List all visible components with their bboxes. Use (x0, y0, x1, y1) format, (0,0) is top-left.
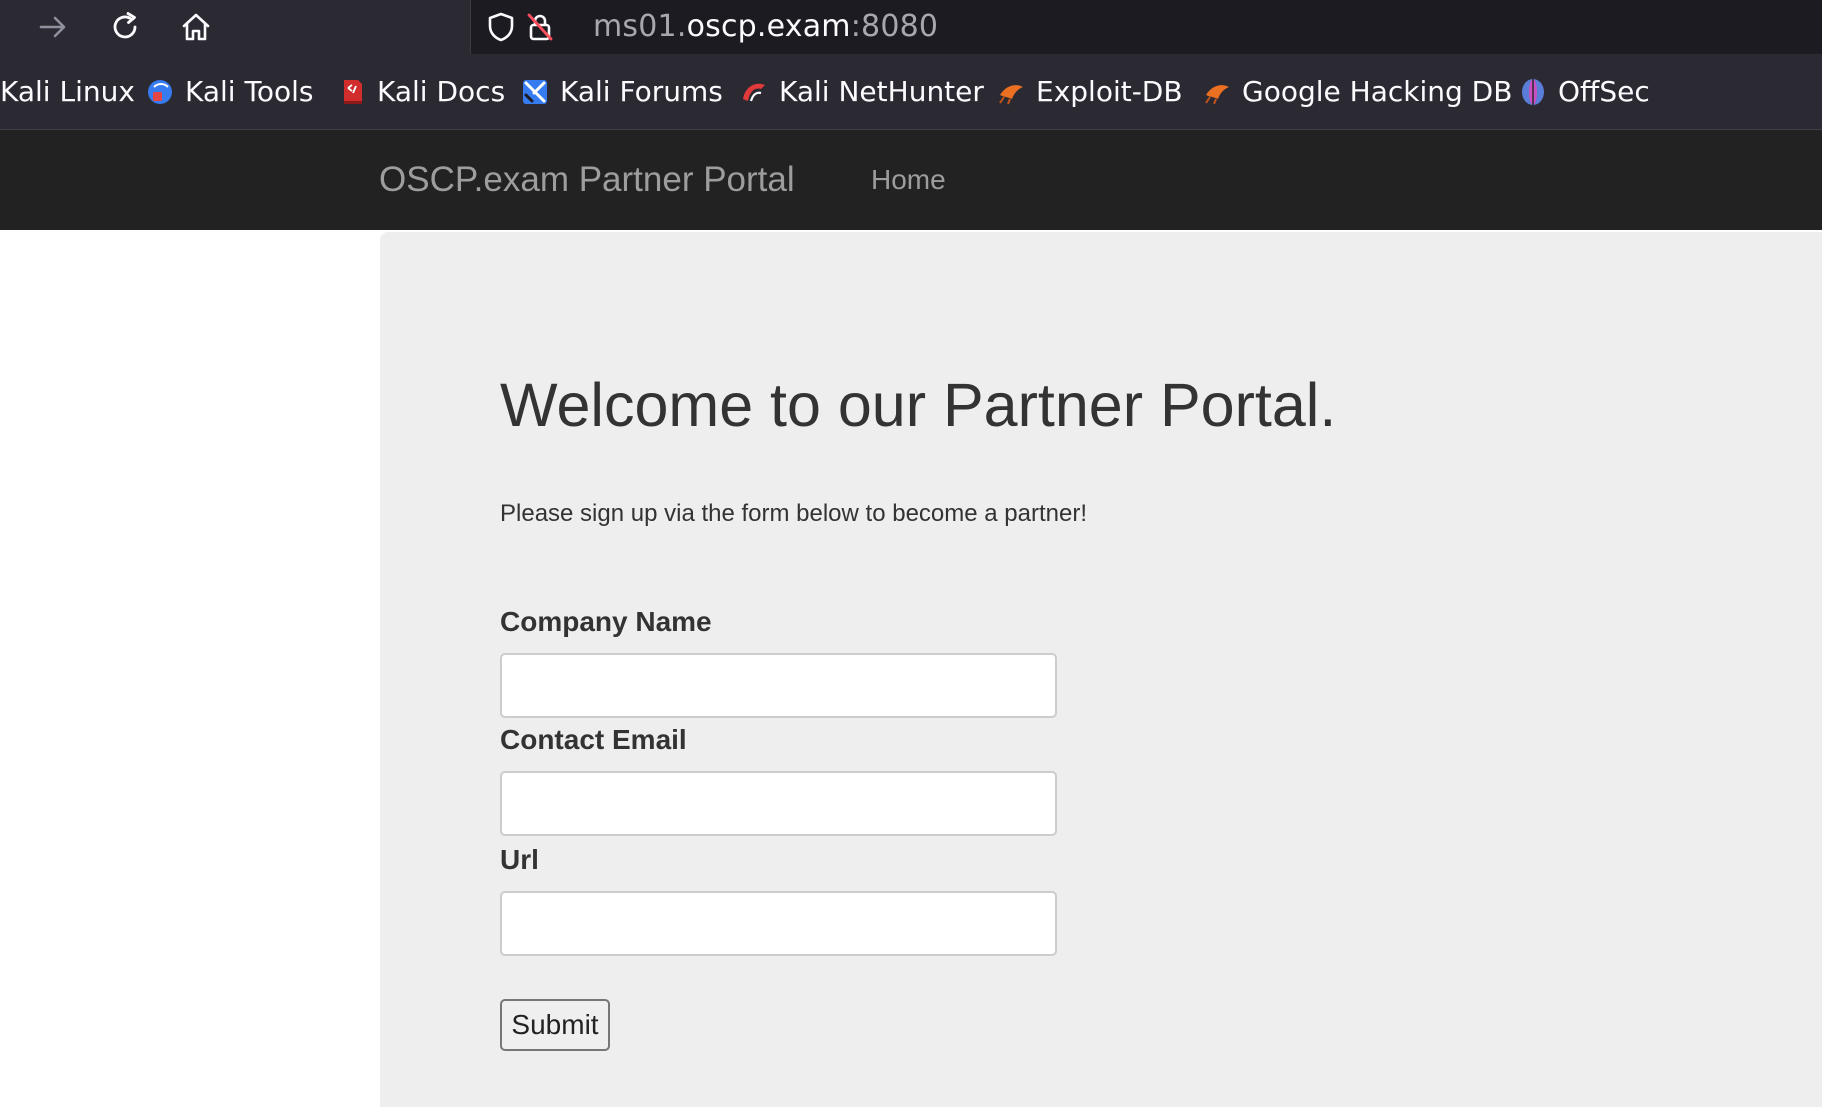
bookmark-label: OffSec (1558, 75, 1650, 108)
reload-icon (113, 12, 137, 39)
bookmark-label: Kali NetHunter (779, 75, 984, 108)
browser-toolbar: ms01.oscp.exam:8080 (0, 0, 1822, 54)
bookmark-kali-forums[interactable]: Kali Forums (520, 54, 723, 129)
exploit-db-icon (999, 84, 1023, 104)
url-label: Url (500, 844, 539, 875)
bookmarks-bar: Kali Linux Kali Tools Kali Docs Kali For… (0, 54, 1822, 130)
kali-nethunter-icon (743, 83, 765, 101)
kali-forums-icon (523, 79, 547, 104)
forward-button[interactable] (31, 6, 75, 48)
kali-tools-icon (148, 79, 172, 104)
company-name-label: Company Name (500, 606, 712, 637)
bookmark-offsec[interactable]: OffSec (1518, 54, 1650, 129)
contact-email-input[interactable] (500, 771, 1057, 836)
offsec-icon (1522, 78, 1544, 105)
bookmark-kali-tools[interactable]: Kali Tools (145, 54, 313, 129)
contact-email-label: Contact Email (500, 724, 687, 755)
lead-text: Please sign up via the form below to bec… (500, 500, 1087, 527)
bookmark-label: Kali Forums (560, 75, 723, 108)
bookmark-google-hacking-db[interactable]: Google Hacking DB (1202, 54, 1512, 129)
bookmark-label: Kali Tools (185, 75, 314, 108)
bookmark-label: Exploit-DB (1036, 75, 1183, 108)
bookmark-label: Kali Docs (377, 75, 506, 108)
submit-button[interactable]: Submit (500, 999, 610, 1051)
jumbotron: Welcome to our Partner Portal. Please si… (380, 232, 1822, 1107)
reload-button[interactable] (103, 6, 147, 48)
home-icon (182, 13, 210, 41)
site-navbar: OSCP.exam Partner Portal Home (0, 130, 1822, 230)
url-input[interactable] (500, 891, 1057, 956)
kali-docs-icon (344, 79, 362, 104)
home-button[interactable] (174, 6, 218, 48)
company-name-input[interactable] (500, 653, 1057, 718)
shield-icon[interactable] (484, 10, 518, 44)
bookmark-exploit-db[interactable]: Exploit-DB (996, 54, 1183, 129)
brand-link[interactable]: OSCP.exam Partner Portal (379, 130, 795, 230)
bookmark-kali-docs[interactable]: Kali Docs (337, 54, 505, 129)
bookmark-kali-nethunter[interactable]: Kali NetHunter (739, 54, 984, 129)
bookmark-kali-linux[interactable]: Kali Linux (0, 54, 135, 129)
bookmark-label: Kali Linux (0, 75, 135, 108)
forward-arrow-icon (39, 16, 66, 38)
address-bar[interactable]: ms01.oscp.exam:8080 (470, 0, 1822, 54)
insecure-lock-icon[interactable] (523, 10, 557, 44)
page-title: Welcome to our Partner Portal. (500, 371, 1337, 439)
url-text[interactable]: ms01.oscp.exam:8080 (593, 0, 938, 54)
exploit-db-icon (1205, 84, 1229, 104)
nav-home-link[interactable]: Home (871, 130, 946, 230)
bookmark-label: Google Hacking DB (1242, 75, 1513, 108)
